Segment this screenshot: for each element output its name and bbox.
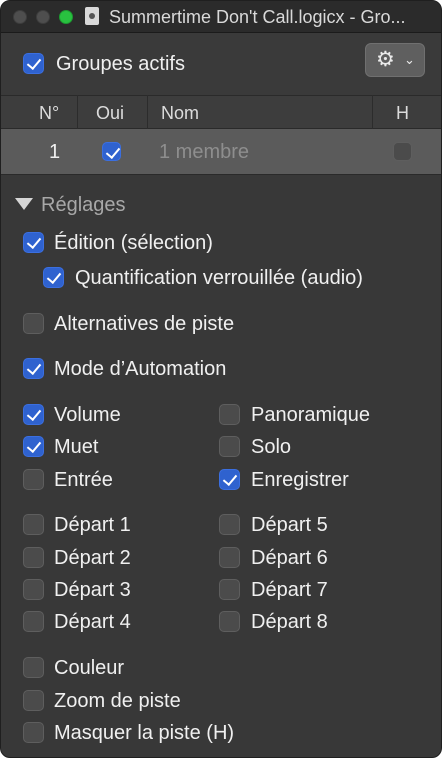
group-hide-checkbox[interactable] (393, 142, 412, 161)
group-settings-menu-button[interactable]: ⚙ ⌄ (365, 43, 425, 77)
send-5-checkbox[interactable] (219, 514, 240, 535)
send-2-checkbox[interactable] (23, 547, 44, 568)
color-checkbox[interactable] (23, 657, 44, 678)
window-title: Summertime Don't Call.logicx - Gro... (109, 7, 406, 27)
send-7-checkbox[interactable] (219, 579, 240, 600)
disclosure-triangle-icon[interactable] (15, 198, 33, 210)
column-header-number[interactable]: N° (39, 102, 59, 124)
groups-table-header: N° Oui Nom H (1, 95, 441, 129)
gear-icon: ⚙ (376, 48, 395, 71)
volume-checkbox[interactable] (23, 404, 44, 425)
send-7-label: Départ 7 (251, 579, 328, 601)
send-1-label: Départ 1 (54, 514, 131, 536)
send-8-label: Départ 8 (251, 611, 328, 633)
column-header-nom[interactable]: Nom (161, 102, 199, 124)
active-groups-checkbox[interactable] (23, 53, 44, 74)
input-checkbox[interactable] (23, 469, 44, 490)
track-zoom-checkbox[interactable] (23, 690, 44, 711)
send-4-checkbox[interactable] (23, 611, 44, 632)
group-name-field[interactable]: 1 membre (159, 140, 249, 164)
minimize-window-button[interactable] (36, 10, 50, 24)
send-8-checkbox[interactable] (219, 611, 240, 632)
close-window-button[interactable] (13, 10, 27, 24)
send-2-label: Départ 2 (54, 547, 131, 569)
send-4-label: Départ 4 (54, 611, 131, 633)
color-label: Couleur (54, 657, 125, 679)
active-groups-header: Groupes actifs ⚙ ⌄ (1, 33, 441, 95)
send-3-checkbox[interactable] (23, 579, 44, 600)
zoom-window-button[interactable] (59, 10, 73, 24)
chevron-down-icon: ⌄ (404, 52, 415, 67)
automation-mode-label: Mode d’Automation (54, 358, 227, 380)
mute-label: Muet (54, 436, 99, 458)
mute-checkbox[interactable] (23, 436, 44, 457)
edit-selection-label: Édition (sélection) (54, 232, 213, 254)
record-label: Enregistrer (251, 469, 349, 491)
send-6-checkbox[interactable] (219, 547, 240, 568)
solo-label: Solo (251, 436, 292, 458)
quantize-lock-checkbox[interactable] (43, 267, 64, 288)
hide-track-label: Masquer la piste (H) (54, 722, 235, 744)
send-5-label: Départ 5 (251, 514, 328, 536)
column-header-h[interactable]: H (396, 102, 409, 124)
table-row[interactable]: 1 1 membre (1, 129, 441, 175)
group-enabled-checkbox[interactable] (102, 142, 121, 161)
solo-checkbox[interactable] (219, 436, 240, 457)
track-alternatives-checkbox[interactable] (23, 313, 44, 334)
send-1-checkbox[interactable] (23, 514, 44, 535)
document-icon (85, 7, 99, 25)
groups-inspector-window: Summertime Don't Call.logicx - Gro... Gr… (0, 0, 442, 758)
send-6-label: Départ 6 (251, 547, 328, 569)
active-groups-label: Groupes actifs (56, 53, 185, 75)
group-number: 1 (49, 141, 61, 163)
record-checkbox[interactable] (219, 469, 240, 490)
pan-label: Panoramique (251, 404, 370, 426)
send-3-label: Départ 3 (54, 579, 131, 601)
edit-selection-checkbox[interactable] (23, 232, 44, 253)
volume-label: Volume (54, 404, 121, 426)
track-alternatives-label: Alternatives de piste (54, 313, 235, 335)
input-label: Entrée (54, 469, 113, 491)
pan-checkbox[interactable] (219, 404, 240, 425)
quantize-lock-label: Quantification verrouillée (audio) (75, 267, 363, 289)
title-bar: Summertime Don't Call.logicx - Gro... (1, 1, 441, 33)
column-header-oui[interactable]: Oui (96, 102, 124, 124)
settings-section-title[interactable]: Réglages (41, 193, 126, 217)
track-zoom-label: Zoom de piste (54, 690, 181, 712)
automation-mode-checkbox[interactable] (23, 358, 44, 379)
hide-track-checkbox[interactable] (23, 722, 44, 743)
